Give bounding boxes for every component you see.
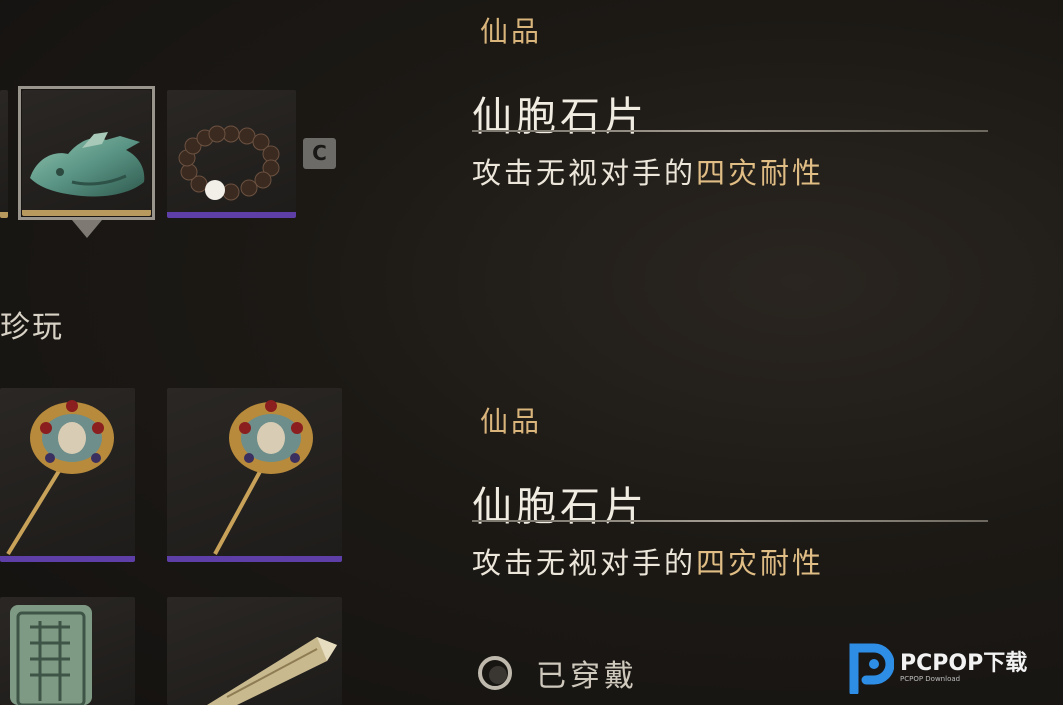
jade-seal-icon xyxy=(10,605,92,705)
item-name: 仙胞石片 xyxy=(472,484,648,530)
rarity-bar xyxy=(0,556,135,562)
title-underline xyxy=(472,130,988,132)
title-underline xyxy=(472,520,988,522)
watermark: PCPOP下载 PCPOP Download xyxy=(848,642,1027,694)
item-slot-hairpin-2[interactable] xyxy=(167,388,342,562)
bone-blade-icon xyxy=(207,637,337,705)
desc-highlight: 四灾耐性 xyxy=(696,546,825,580)
item-slot-blade[interactable] xyxy=(167,597,342,705)
item-description: 攻击无视对手的四灾耐性 xyxy=(472,150,824,192)
rarity-bar xyxy=(167,556,342,562)
rarity-bar xyxy=(0,212,8,218)
item-tier: 仙品 xyxy=(480,15,543,48)
selection-pointer xyxy=(72,220,102,238)
section-label: 珍玩 xyxy=(0,310,64,345)
item-description: 攻击无视对手的四灾耐性 xyxy=(472,540,824,582)
desc-text: 攻击无视对手的 xyxy=(472,156,697,190)
desc-highlight: 四灾耐性 xyxy=(696,156,825,190)
rarity-bar xyxy=(167,212,296,218)
item-slot-seal[interactable] xyxy=(0,597,135,705)
item-slot-hairpin-1[interactable] xyxy=(0,388,135,562)
selection-frame xyxy=(18,86,155,220)
item-name: 仙胞石片 xyxy=(472,94,648,140)
hairpin-icon xyxy=(213,400,313,555)
desc-text: 攻击无视对手的 xyxy=(472,546,697,580)
item-tier: 仙品 xyxy=(480,405,543,438)
equipped-status: 已穿戴 xyxy=(476,651,638,695)
watermark-text: PCPOP下载 PCPOP Download xyxy=(900,651,1028,684)
equipped-label: 已穿戴 xyxy=(536,659,638,694)
watermark-sub: PCPOP Download xyxy=(900,675,961,683)
pcpop-logo-icon xyxy=(849,643,894,694)
equipped-ring-icon xyxy=(478,656,512,690)
key-hint-badge: C xyxy=(303,138,336,169)
watermark-brand: PCPOP下载 xyxy=(900,651,1028,676)
item-slot-partial[interactable] xyxy=(0,90,8,218)
item-slot-bracelet[interactable] xyxy=(167,90,296,218)
hairpin-icon xyxy=(6,400,114,556)
bead-bracelet-icon xyxy=(178,125,280,201)
